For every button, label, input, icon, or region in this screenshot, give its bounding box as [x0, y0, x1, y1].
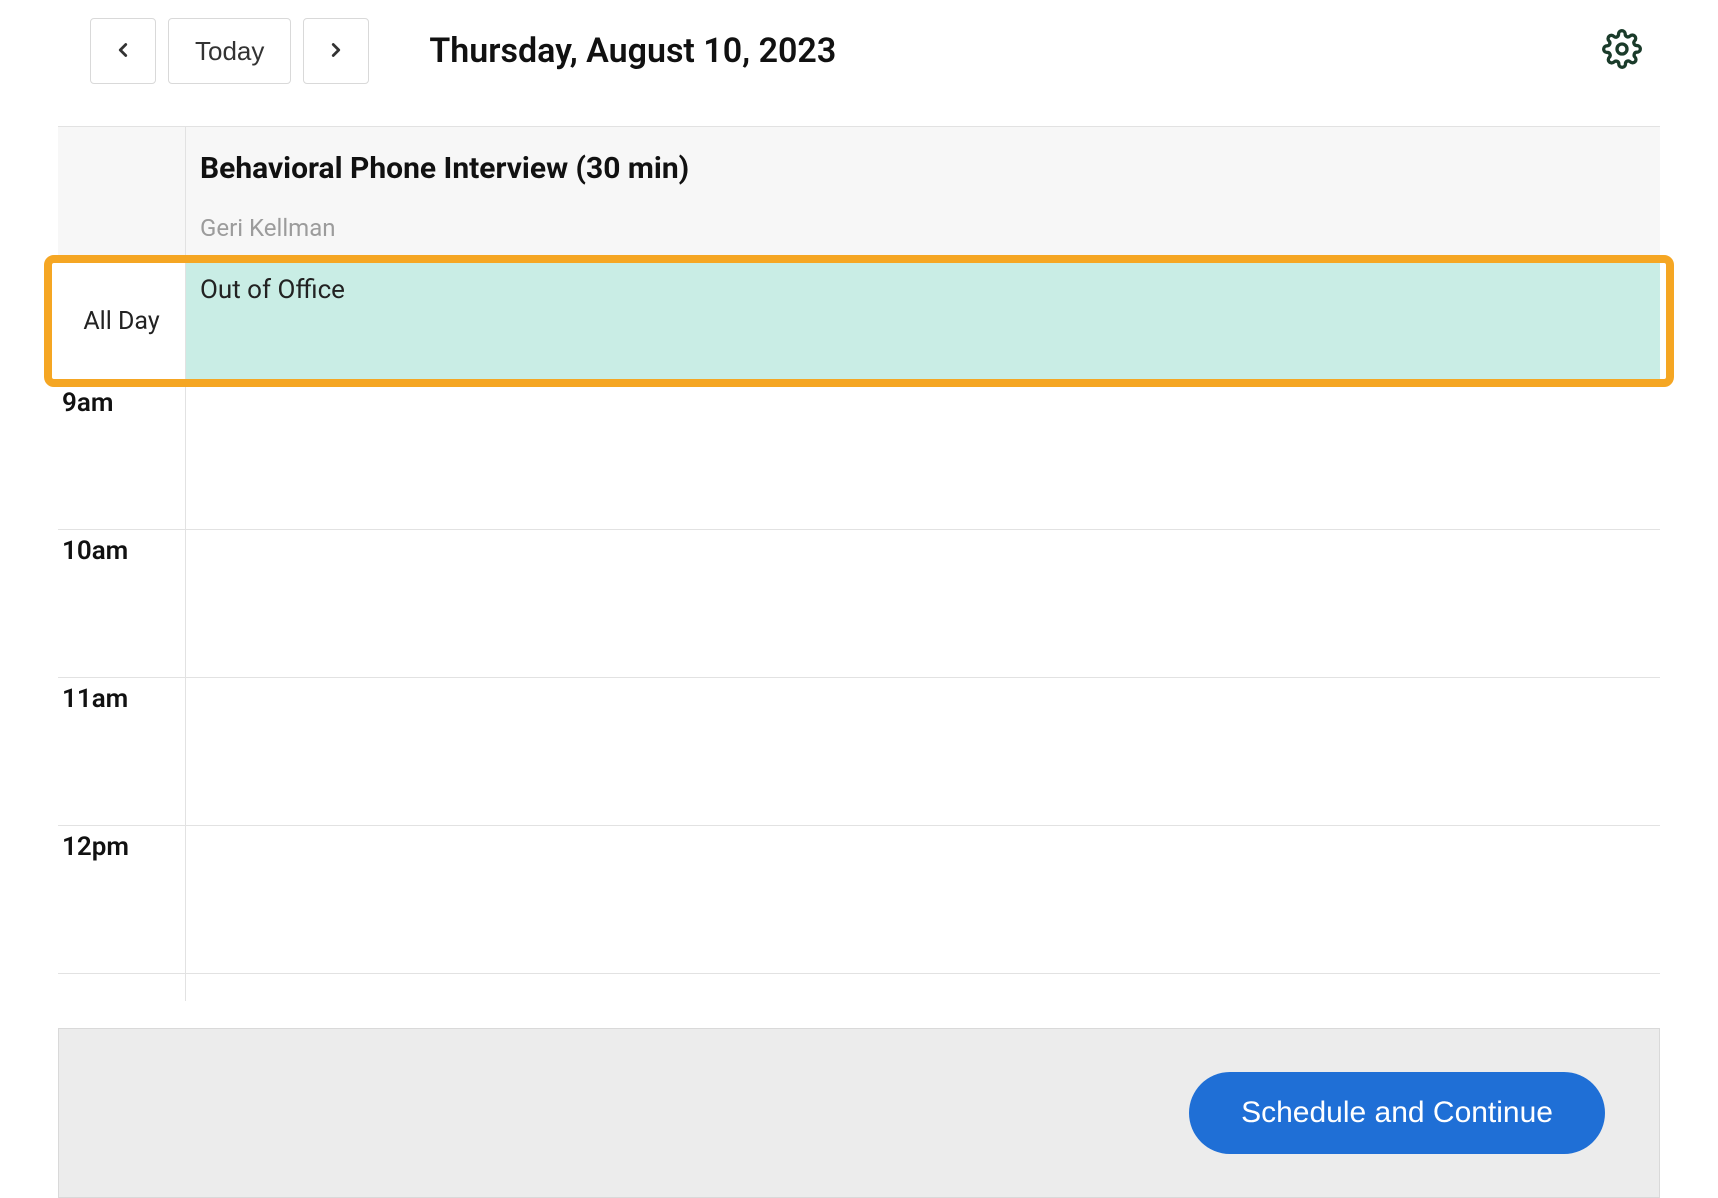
header-main: Behavioral Phone Interview (30 min) Geri… — [186, 127, 1660, 260]
prev-day-button[interactable] — [90, 18, 156, 84]
current-date: Thursday, August 10, 2023 — [429, 31, 836, 71]
toolbar: Today Thursday, August 10, 2023 — [0, 0, 1718, 102]
header-gutter — [58, 127, 186, 260]
hour-row[interactable] — [58, 973, 1660, 1001]
event-title: Behavioral Phone Interview (30 min) — [200, 151, 1646, 186]
chevron-right-icon — [325, 39, 347, 64]
hour-slot[interactable] — [186, 382, 1660, 529]
allday-row[interactable]: All Day Out of Office — [58, 261, 1660, 381]
schedule-continue-button[interactable]: Schedule and Continue — [1189, 1072, 1605, 1154]
hour-row[interactable]: 12pm — [58, 825, 1660, 973]
hour-slot[interactable] — [186, 678, 1660, 825]
hour-row[interactable]: 9am — [58, 381, 1660, 529]
hour-label — [58, 974, 186, 1001]
hour-label: 9am — [58, 382, 186, 529]
gear-icon — [1602, 29, 1642, 73]
allday-label: All Day — [58, 261, 186, 381]
calendar-grid: Behavioral Phone Interview (30 min) Geri… — [58, 126, 1660, 1001]
today-button[interactable]: Today — [168, 18, 291, 84]
footer-bar: Schedule and Continue — [58, 1028, 1660, 1198]
hour-row[interactable]: 10am — [58, 529, 1660, 677]
settings-button[interactable] — [1600, 29, 1644, 73]
attendee-name: Geri Kellman — [200, 214, 1646, 242]
allday-event[interactable]: Out of Office — [186, 261, 1660, 381]
hour-label: 10am — [58, 530, 186, 677]
calendar-header: Behavioral Phone Interview (30 min) Geri… — [58, 127, 1660, 261]
hour-slot[interactable] — [186, 974, 1660, 1001]
next-day-button[interactable] — [303, 18, 369, 84]
hour-label: 11am — [58, 678, 186, 825]
hour-label: 12pm — [58, 826, 186, 973]
hour-row[interactable]: 11am — [58, 677, 1660, 825]
chevron-left-icon — [112, 39, 134, 64]
hour-slot[interactable] — [186, 530, 1660, 677]
hour-slot[interactable] — [186, 826, 1660, 973]
